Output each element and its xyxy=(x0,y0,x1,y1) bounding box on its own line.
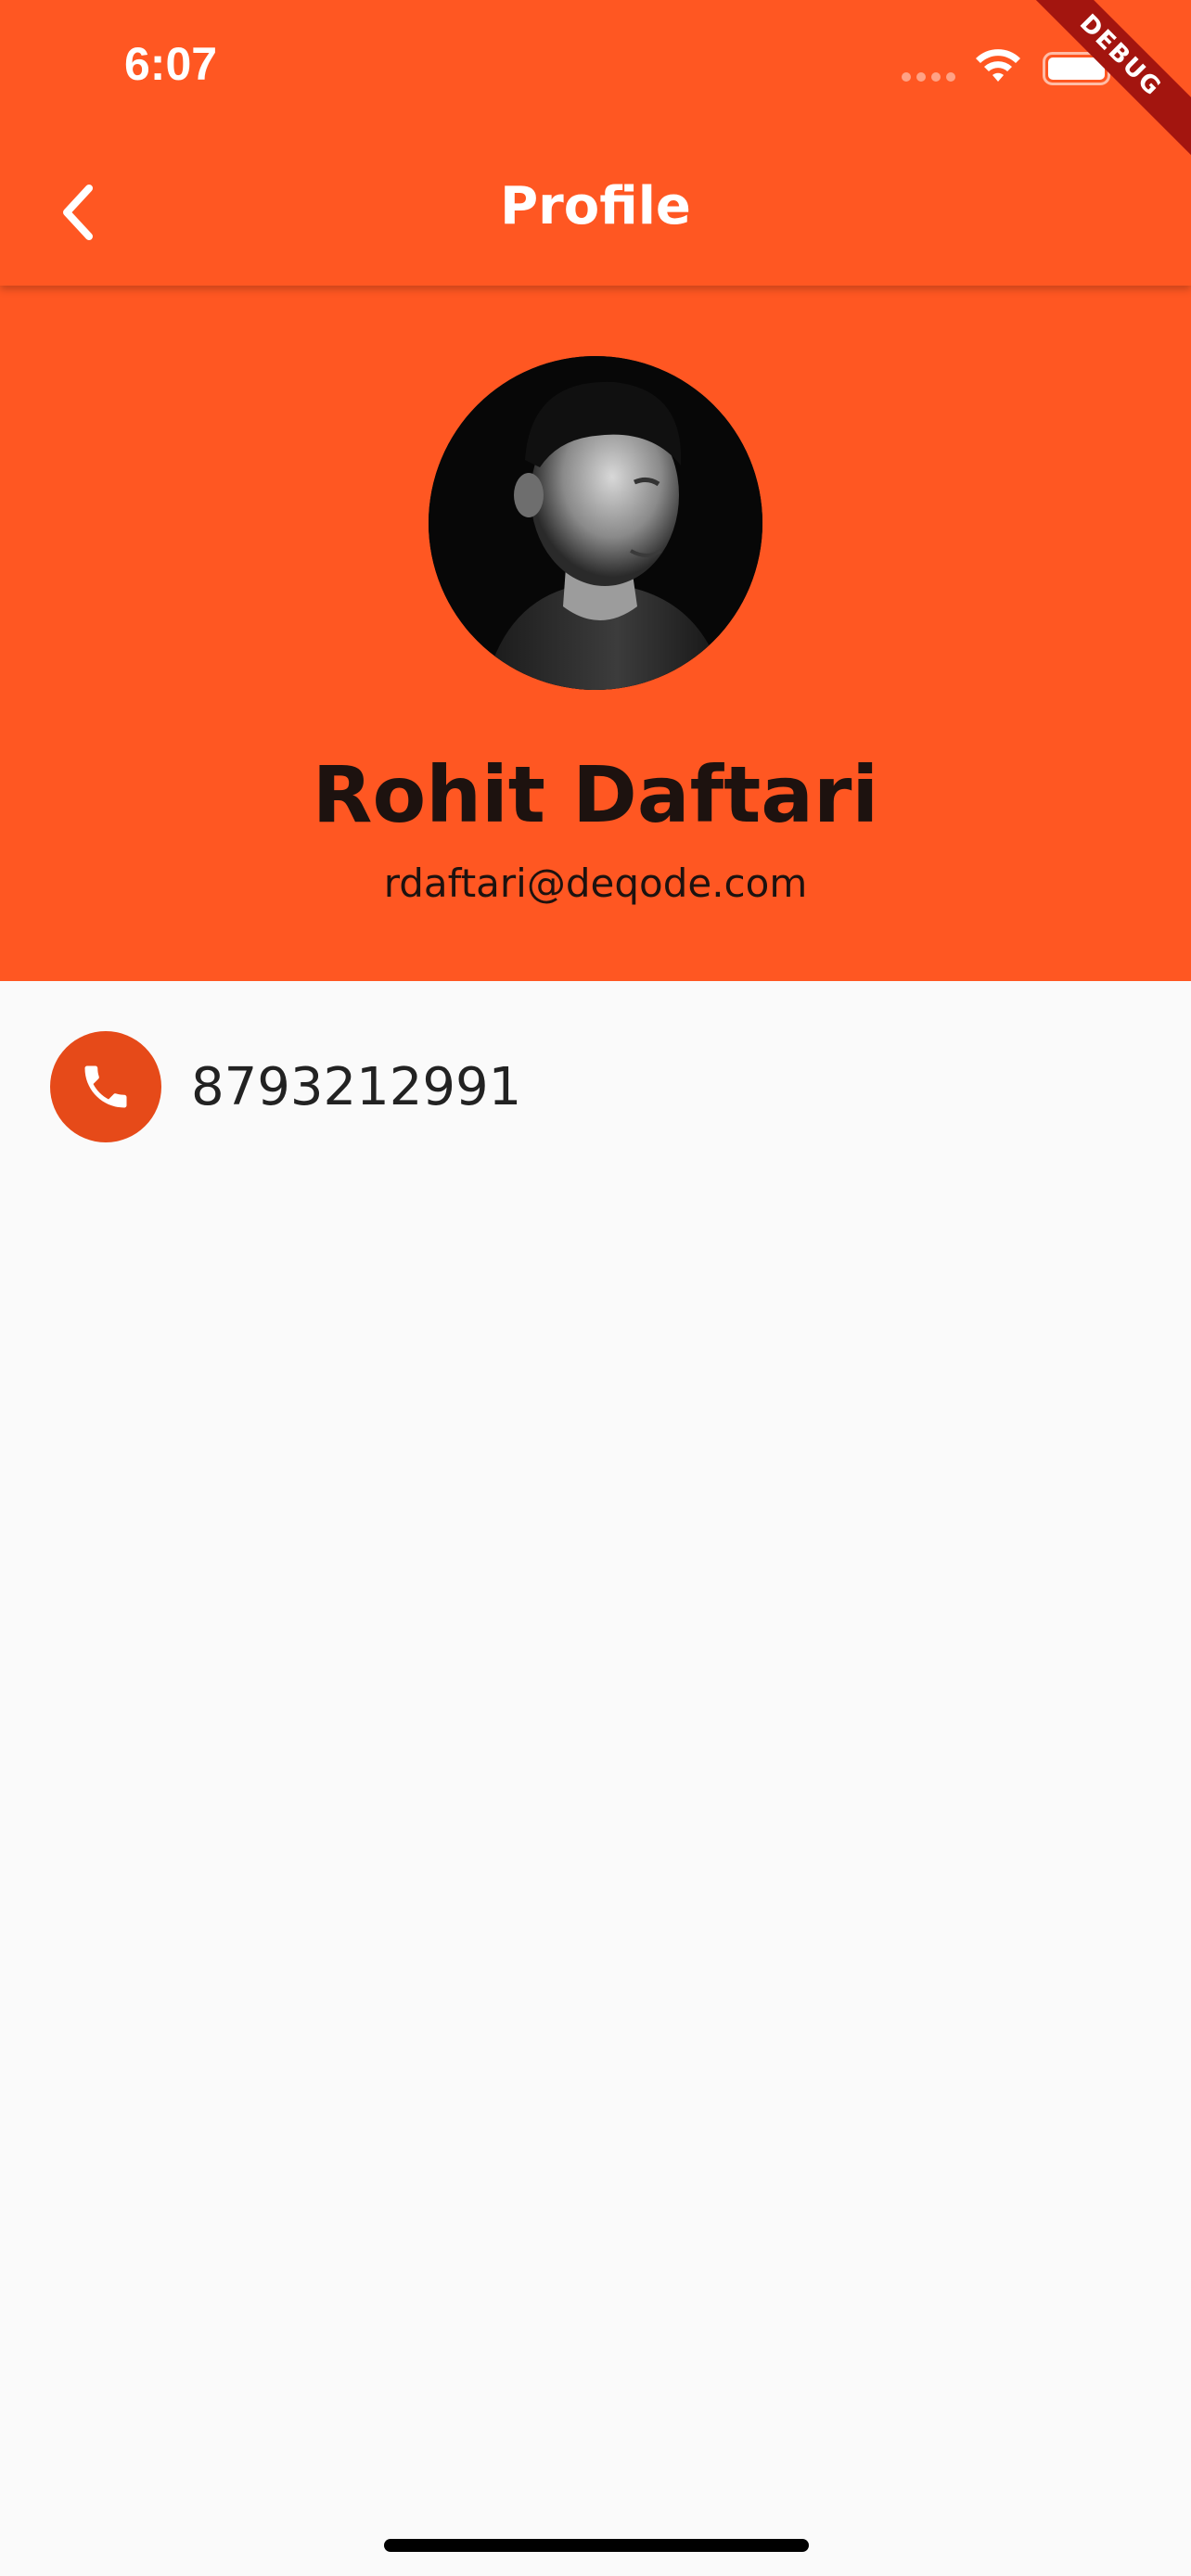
cellular-signal-icon xyxy=(902,72,955,82)
phone-icon-avatar xyxy=(50,1031,161,1142)
profile-photo xyxy=(429,356,762,690)
phone-list-item[interactable]: 8793212991 xyxy=(50,1031,521,1142)
profile-header: Rohit Daftari rdaftari@deqode.com xyxy=(0,286,1191,981)
wifi-icon xyxy=(976,49,1020,82)
phone-number: 8793212991 xyxy=(191,1056,522,1117)
status-bar: 6:07 xyxy=(0,0,1191,139)
page-title: Profile xyxy=(500,176,691,236)
home-indicator[interactable] xyxy=(384,2539,809,2552)
profile-name: Rohit Daftari xyxy=(312,749,879,840)
status-time: 6:07 xyxy=(124,38,218,90)
avatar xyxy=(429,356,762,690)
profile-email: rdaftari@deqode.com xyxy=(383,861,808,906)
app-bar: Profile xyxy=(0,139,1191,286)
phone-icon xyxy=(84,1065,127,1108)
